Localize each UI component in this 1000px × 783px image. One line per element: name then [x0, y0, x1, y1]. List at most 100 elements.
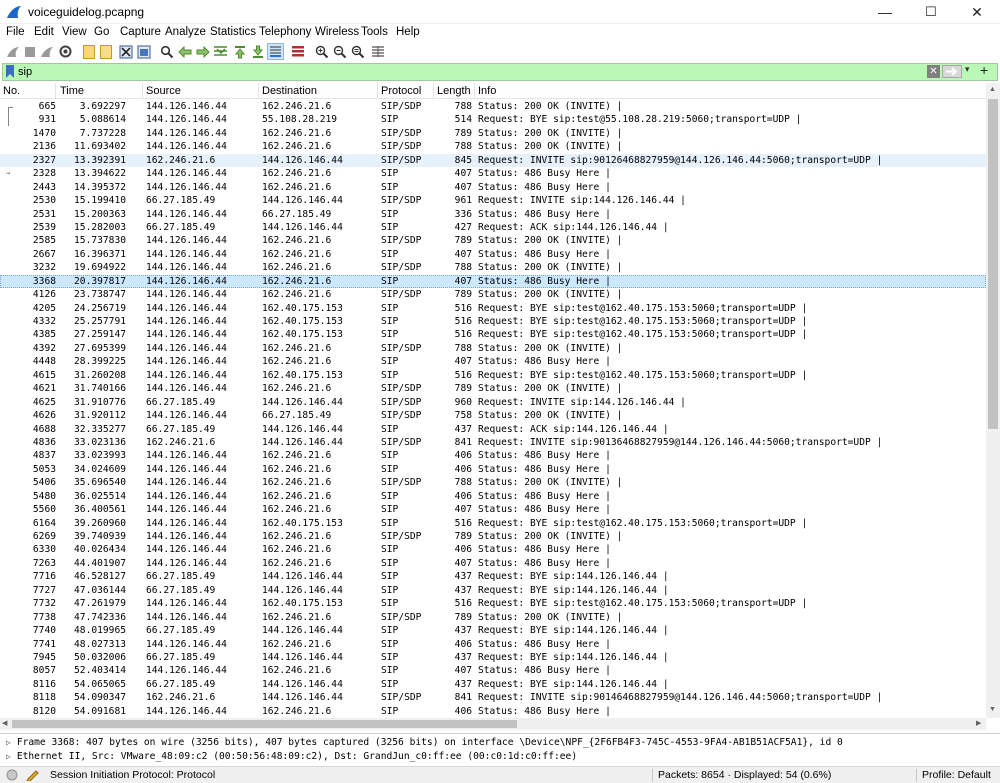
packet-row[interactable]: 2327 13.392391 162.246.21.6 144.126.146.44 S… [0, 153, 986, 168]
packet-row[interactable]: 2539 15.282003 66.27.185.49 144.126.146.44 S… [0, 221, 986, 234]
resize-columns-icon[interactable] [369, 43, 386, 60]
packet-list[interactable]: No. Time Source Destination Protocol Len… [0, 83, 1000, 718]
menu-view[interactable]: View [62, 26, 87, 38]
autoscroll-icon[interactable] [267, 43, 284, 60]
open-file-icon[interactable] [80, 43, 97, 60]
packet-row[interactable]: 665 3.692297 144.126.146.44 162.246.21.6 SIP… [0, 100, 986, 113]
column-header-no[interactable]: No. [0, 83, 56, 99]
packet-row[interactable]: 6269 39.740939 144.126.146.44 162.246.21.6 S… [0, 530, 986, 543]
packet-row[interactable]: 4625 31.910776 66.27.185.49 144.126.146.44 S… [0, 396, 986, 409]
add-filter-button-icon[interactable]: + [980, 62, 988, 78]
shark-fin-start-icon[interactable] [4, 43, 21, 60]
save-file-icon[interactable] [97, 43, 114, 60]
packet-row[interactable]: 4837 33.023993 144.126.146.44 162.246.21.6 S… [0, 449, 986, 462]
zoom-out-icon[interactable] [331, 43, 348, 60]
packet-row[interactable]: 4385 27.259147 144.126.146.44 162.40.175.15… [0, 328, 986, 341]
packet-details-pane[interactable]: ▷ Frame 3368: 407 bytes on wire (3256 bit… [0, 733, 1000, 766]
packet-row[interactable]: 4448 28.399225 144.126.146.44 162.246.21.6 S… [0, 355, 986, 368]
packet-row[interactable]: 2328 13.394622 144.126.146.44 162.246.21.6 S… [0, 167, 986, 180]
column-header-time[interactable]: Time [57, 83, 143, 99]
packet-row[interactable]: 4626 31.920112 144.126.146.44 66.27.185.49 S… [0, 409, 986, 422]
packet-row[interactable]: 5053 34.024609 144.126.146.44 162.246.21.6 S… [0, 463, 986, 476]
packet-row[interactable]: 4332 25.257791 144.126.146.44 162.40.175.15… [0, 315, 986, 328]
packet-row[interactable]: 2136 11.693402 144.126.146.44 162.246.21.6 S… [0, 140, 986, 153]
packet-row[interactable]: 5560 36.400561 144.126.146.44 162.246.21.6 S… [0, 503, 986, 516]
packet-row[interactable]: 7738 47.742336 144.126.146.44 162.246.21.6 S… [0, 611, 986, 624]
packet-row[interactable]: 7732 47.261979 144.126.146.44 162.40.175.15… [0, 597, 986, 610]
menu-tools[interactable]: Tools [361, 26, 388, 38]
packet-row[interactable]: 8116 54.065065 66.27.185.49 144.126.146.44 S… [0, 678, 986, 691]
capture-options-icon[interactable] [57, 43, 74, 60]
menu-wireless[interactable]: Wireless [315, 26, 359, 38]
go-back-icon[interactable] [176, 43, 193, 60]
packet-row[interactable]: 4392 27.695399 144.126.146.44 162.246.21.6 S… [0, 342, 986, 355]
menu-capture[interactable]: Capture [120, 26, 161, 38]
zoom-in-icon[interactable] [313, 43, 330, 60]
scroll-up-arrow-icon[interactable]: ▲ [989, 86, 996, 93]
packet-row[interactable]: 8057 52.403414 144.126.146.44 162.246.21.6 S… [0, 664, 986, 677]
packet-row[interactable]: 6164 39.260960 144.126.146.44 162.40.175.15… [0, 517, 986, 530]
zoom-normal-icon[interactable] [349, 43, 366, 60]
packet-row[interactable]: 5480 36.025514 144.126.146.44 162.246.21.6 S… [0, 490, 986, 503]
packet-row[interactable]: 7727 47.036144 66.27.185.49 144.126.146.44 S… [0, 584, 986, 597]
menu-edit[interactable]: Edit [34, 26, 54, 38]
packet-row[interactable]: 4688 32.335277 66.27.185.49 144.126.146.44 S… [0, 423, 986, 436]
packet-list-horizontal-scrollbar[interactable]: ◀ ▶ [0, 718, 986, 730]
detail-frame-line[interactable]: ▷ Frame 3368: 407 bytes on wire (3256 bit… [6, 736, 843, 750]
packet-row[interactable]: 4836 33.023136 162.246.21.6 144.126.146.44 S… [0, 436, 986, 449]
colorize-icon[interactable] [289, 43, 306, 60]
packet-row[interactable]: 1470 7.737228 144.126.146.44 162.246.21.6 SI… [0, 127, 986, 140]
column-header-length[interactable]: Length [434, 83, 475, 99]
display-filter-input[interactable] [18, 64, 918, 80]
packet-row[interactable]: 4205 24.256719 144.126.146.44 162.40.175.15… [0, 302, 986, 315]
packet-row[interactable]: 2443 14.395372 144.126.146.44 162.246.21.6 S… [0, 181, 986, 194]
column-header-protocol[interactable]: Protocol [378, 83, 434, 99]
packet-row[interactable]: 931 5.088614 144.126.146.44 55.108.28.219 SI… [0, 113, 986, 127]
vertical-scroll-thumb[interactable] [988, 99, 998, 429]
packet-row[interactable]: 7716 46.528127 66.27.185.49 144.126.146.44 S… [0, 570, 986, 583]
packet-row[interactable]: 2585 15.737830 144.126.146.44 162.246.21.6 S… [0, 234, 986, 247]
apply-filter-icon[interactable] [942, 65, 962, 78]
packet-row[interactable]: 7740 48.019965 66.27.185.49 144.126.146.44 S… [0, 624, 986, 637]
packet-row[interactable]: 4126 23.738747 144.126.146.44 162.246.21.6 S… [0, 288, 986, 301]
capture-comment-icon[interactable] [26, 769, 39, 781]
minimize-button[interactable]: — [862, 0, 908, 24]
packet-row[interactable]: 3368 20.397817 144.126.146.44 162.246.21.6 S… [0, 274, 986, 289]
filter-history-dropdown-icon[interactable]: ▾ [965, 64, 970, 75]
column-header-destination[interactable]: Destination [259, 83, 378, 99]
scroll-right-arrow-icon[interactable]: ▶ [976, 719, 981, 727]
packet-list-vertical-scrollbar[interactable]: ▲ ▼ [986, 83, 1000, 718]
column-header-source[interactable]: Source [143, 83, 259, 99]
packet-row[interactable]: 4621 31.740166 144.126.146.44 162.246.21.6 S… [0, 382, 986, 395]
packet-row[interactable]: 5406 35.696540 144.126.146.44 162.246.21.6 S… [0, 476, 986, 489]
packet-row[interactable]: 2530 15.199410 66.27.185.49 144.126.146.44 S… [0, 194, 986, 207]
status-profile[interactable]: Profile: Default [922, 769, 991, 781]
packet-row[interactable]: 3232 19.694922 144.126.146.44 162.246.21.6 S… [0, 261, 986, 274]
clear-filter-icon[interactable]: ✕ [927, 65, 940, 78]
close-button[interactable]: ✕ [954, 0, 1000, 24]
filter-bookmark-icon[interactable] [6, 65, 14, 78]
go-first-icon[interactable] [231, 43, 248, 60]
packet-row[interactable]: 7263 44.401907 144.126.146.44 162.246.21.6 S… [0, 557, 986, 570]
stop-capture-icon[interactable] [21, 43, 38, 60]
menu-help[interactable]: Help [396, 26, 420, 38]
go-to-packet-icon[interactable] [212, 43, 229, 60]
packet-row[interactable]: 2531 15.200363 144.126.146.44 66.27.185.49 S… [0, 208, 986, 221]
expand-arrow-icon[interactable]: ▷ [6, 738, 11, 747]
maximize-button[interactable]: ☐ [908, 0, 954, 24]
menu-go[interactable]: Go [94, 26, 109, 38]
expert-info-icon[interactable] [6, 769, 18, 781]
menu-statistics[interactable]: Statistics [210, 26, 256, 38]
menu-file[interactable]: File [6, 26, 25, 38]
packet-row[interactable]: 7741 48.027313 144.126.146.44 162.246.21.6 S… [0, 638, 986, 651]
scroll-down-arrow-icon[interactable]: ▼ [989, 706, 996, 713]
packet-row[interactable]: 8118 54.090347 162.246.21.6 144.126.146.44 S… [0, 691, 986, 704]
close-file-icon[interactable] [117, 43, 134, 60]
packet-row[interactable]: 4615 31.260208 144.126.146.44 162.40.175.15… [0, 369, 986, 382]
packet-row[interactable]: 8120 54.091681 144.126.146.44 162.246.21.6 S… [0, 705, 986, 718]
packet-row[interactable]: 6330 40.026434 144.126.146.44 162.246.21.6 S… [0, 543, 986, 556]
horizontal-scroll-thumb[interactable] [12, 720, 517, 728]
find-packet-icon[interactable] [158, 43, 175, 60]
menu-analyze[interactable]: Analyze [165, 26, 206, 38]
go-last-icon[interactable] [249, 43, 266, 60]
